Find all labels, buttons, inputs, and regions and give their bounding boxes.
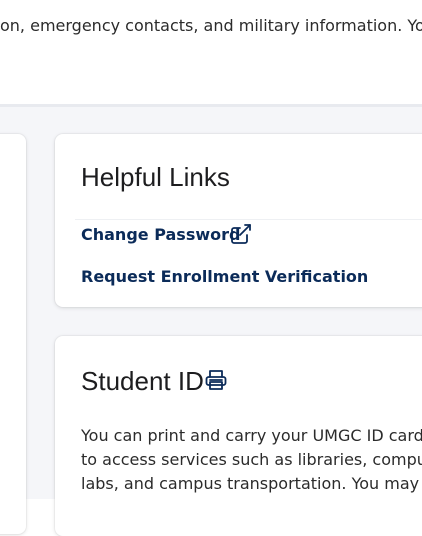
- intro-section: on, emergency contacts, and military inf…: [0, 0, 422, 107]
- student-id-card: Student ID You can print and carry your …: [55, 336, 422, 536]
- divider: [75, 219, 422, 220]
- helpful-links-card: Helpful Links Change Password Request En…: [55, 134, 422, 307]
- description-line: labs, and campus transportation. You may: [81, 474, 420, 493]
- left-card: [0, 134, 26, 534]
- change-password-link[interactable]: Change Password: [81, 225, 240, 244]
- intro-text: on, emergency contacts, and military inf…: [0, 16, 422, 35]
- request-enrollment-verification-link[interactable]: Request Enrollment Verification: [81, 267, 368, 286]
- helpful-links-title: Helpful Links: [81, 162, 230, 192]
- description-line: You can print and carry your UMGC ID car…: [81, 426, 422, 445]
- external-link-icon[interactable]: [229, 222, 253, 246]
- printer-icon[interactable]: [204, 368, 228, 392]
- student-id-description: You can print and carry your UMGC ID car…: [81, 424, 422, 496]
- description-line: to access services such as libraries, co…: [81, 450, 422, 469]
- student-id-title: Student ID: [81, 366, 204, 396]
